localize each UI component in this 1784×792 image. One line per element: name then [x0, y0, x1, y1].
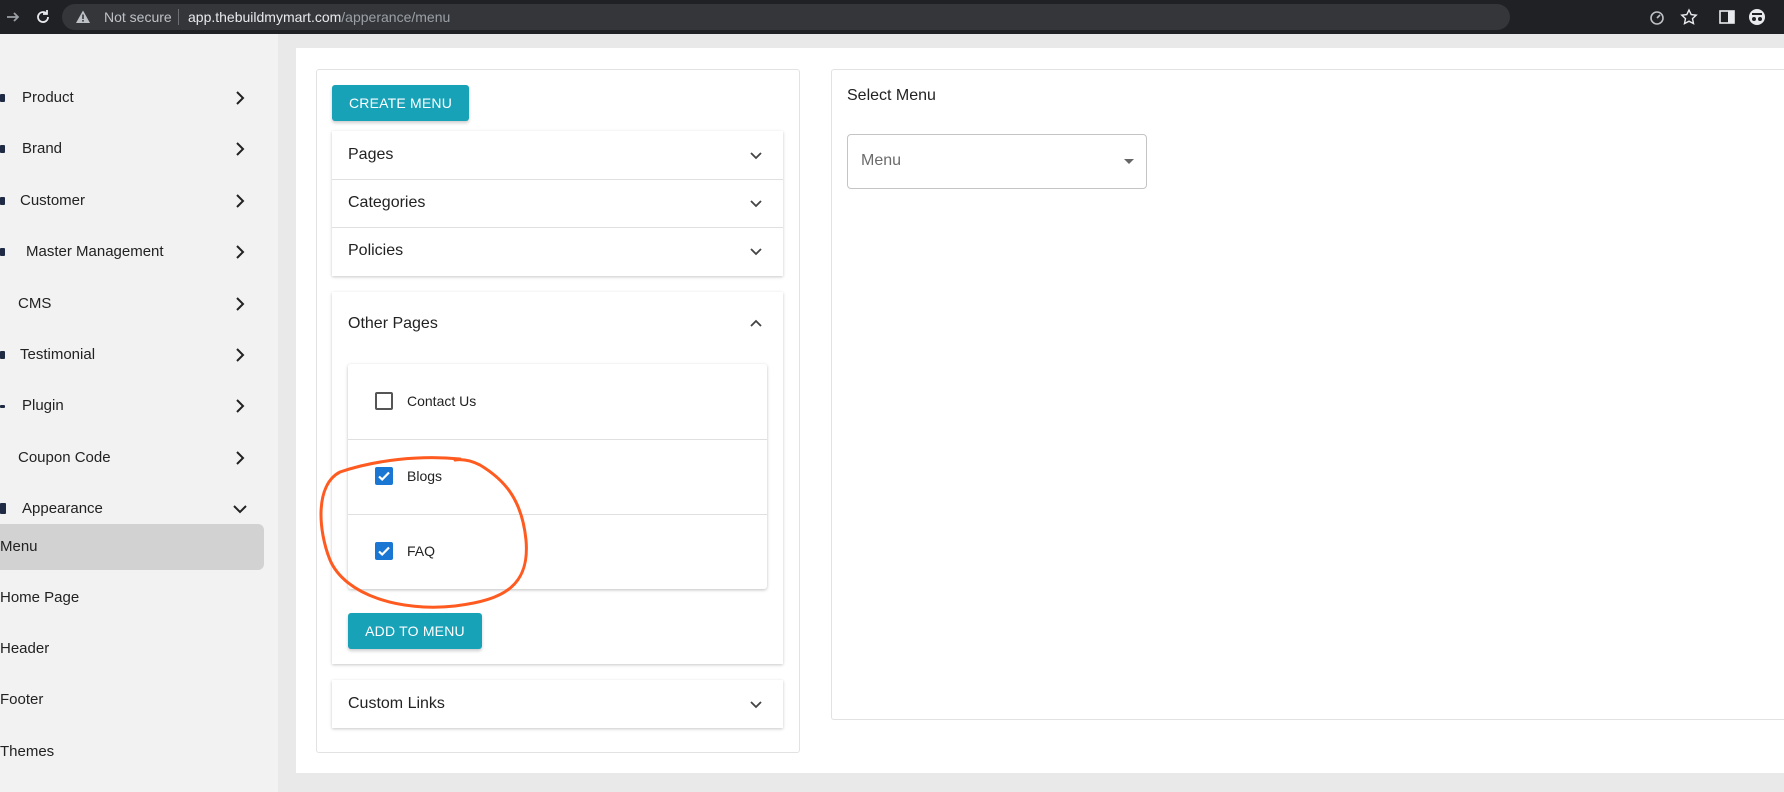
checkbox-checked[interactable] [375, 542, 393, 560]
sidebar-item-label: Testimonial [20, 346, 96, 363]
sidebar-item-label: Plugin [22, 397, 64, 414]
option-label: FAQ [407, 543, 436, 559]
incognito-icon[interactable] [1748, 8, 1766, 26]
chevron-down-icon [750, 152, 762, 160]
sidebar-item-product[interactable]: Product [0, 76, 264, 122]
sidebar-item-plugin[interactable]: Plugin [0, 384, 264, 430]
sidebar-item-master-management[interactable]: Master Management [0, 230, 264, 276]
address-bar[interactable]: Not secure app.thebuildmymart.com/appera… [62, 4, 1664, 30]
accordion-custom-links[interactable]: Custom Links [332, 680, 783, 728]
chevron-down-icon [750, 701, 762, 709]
other-pages-options: Contact Us Blogs FAQ [348, 364, 767, 589]
sidebar-item-customer[interactable]: Customer [0, 179, 264, 225]
plugin-icon [0, 405, 5, 408]
checkbox-unchecked[interactable] [375, 392, 393, 410]
checkbox-checked[interactable] [375, 467, 393, 485]
sidebar-item-label: Brand [22, 140, 63, 157]
chevron-right-icon [236, 297, 245, 311]
url-text: app.thebuildmymart.com/apperance/menu [188, 9, 450, 25]
sidebar-subitem-themes[interactable]: Themes [0, 729, 264, 775]
chevron-down-icon [750, 248, 762, 256]
dropdown-caret-icon [1124, 159, 1134, 164]
accordion-title[interactable]: Other Pages [348, 315, 438, 333]
sidebar-item-label: Master Management [26, 243, 164, 260]
sidebar-subitem-label: Footer [0, 691, 44, 708]
chevron-down-icon [750, 200, 762, 208]
brand-icon [0, 145, 5, 153]
menu-select[interactable]: Menu [847, 134, 1147, 189]
option-faq[interactable]: FAQ [348, 514, 767, 589]
chevron-right-icon [236, 399, 245, 413]
accordion-title: Categories [348, 194, 426, 211]
sidebar-item-label: Customer [20, 192, 86, 209]
warning-icon[interactable] [75, 9, 91, 25]
chevron-down-icon [233, 505, 247, 514]
forward-arrow-icon[interactable] [4, 8, 22, 26]
chevron-up-icon[interactable] [747, 315, 765, 333]
option-blogs[interactable]: Blogs [348, 439, 767, 514]
side-panel-icon[interactable] [1718, 8, 1736, 26]
sidebar-item-coupon-code[interactable]: Coupon Code [0, 436, 264, 482]
bookmark-star-icon[interactable] [1680, 8, 1698, 26]
performance-icon[interactable] [1648, 8, 1666, 26]
product-icon [0, 94, 5, 102]
sidebar-subitem-footer[interactable]: Footer [0, 677, 264, 723]
sidebar-item-label: Coupon Code [18, 449, 111, 466]
customer-icon [0, 197, 5, 205]
option-contact-us[interactable]: Contact Us [348, 364, 767, 439]
url-path: /apperance/menu [341, 9, 451, 25]
sidebar-subitem-label: Menu [0, 538, 38, 555]
browser-toolbar: Not secure app.thebuildmymart.com/appera… [0, 0, 1784, 34]
accordion-policies[interactable]: Policies [332, 227, 783, 276]
sidebar-item-cms[interactable]: CMS [0, 282, 264, 328]
reload-icon[interactable] [34, 8, 52, 26]
chevron-right-icon [236, 451, 245, 465]
checkmark-icon [378, 471, 390, 482]
select-menu-title: Select Menu [847, 87, 936, 104]
sidebar-item-testimonial[interactable]: Testimonial [0, 333, 264, 379]
create-menu-button[interactable]: CREATE MENU [332, 85, 469, 121]
add-to-menu-button[interactable]: ADD TO MENU [348, 613, 482, 649]
sidebar-item-label: CMS [18, 295, 52, 312]
chevron-right-icon [236, 194, 245, 208]
accordion-title: Pages [348, 146, 394, 163]
chevron-right-icon [236, 91, 245, 105]
accordion-title: Policies [348, 242, 404, 259]
sidebar-subitem-label: Home Page [0, 589, 80, 606]
sidebar-subitem-home-page[interactable]: Home Page [0, 575, 264, 621]
chevron-right-icon [236, 142, 245, 156]
sidebar-item-label: Product [22, 89, 74, 106]
sidebar-subitem-menu[interactable]: Menu [0, 524, 264, 570]
option-label: Contact Us [407, 393, 477, 409]
checkmark-icon [378, 546, 390, 557]
security-status: Not secure [104, 9, 172, 25]
sidebar-subitem-label: Header [0, 640, 50, 657]
sidebar-item-brand[interactable]: Brand [0, 127, 264, 173]
testimonial-icon [0, 351, 5, 359]
sidebar-subitem-header[interactable]: Header [0, 626, 264, 672]
url-separator [178, 9, 179, 25]
sidebar-subitem-label: Themes [0, 743, 55, 760]
sidebar-item-label: Appearance [22, 500, 103, 517]
accordion-categories[interactable]: Categories [332, 179, 783, 227]
chevron-right-icon [236, 348, 245, 362]
appearance-icon [0, 503, 6, 514]
sidebar: Product Brand Customer Master Management… [0, 34, 264, 792]
accordion-pages[interactable]: Pages [332, 131, 783, 179]
accordion-title: Custom Links [348, 695, 445, 712]
menu-select-placeholder: Menu [861, 152, 902, 169]
option-label: Blogs [407, 468, 443, 484]
chevron-right-icon [236, 245, 245, 259]
url-host: app.thebuildmymart.com [188, 9, 342, 25]
gear-icon [0, 248, 5, 256]
